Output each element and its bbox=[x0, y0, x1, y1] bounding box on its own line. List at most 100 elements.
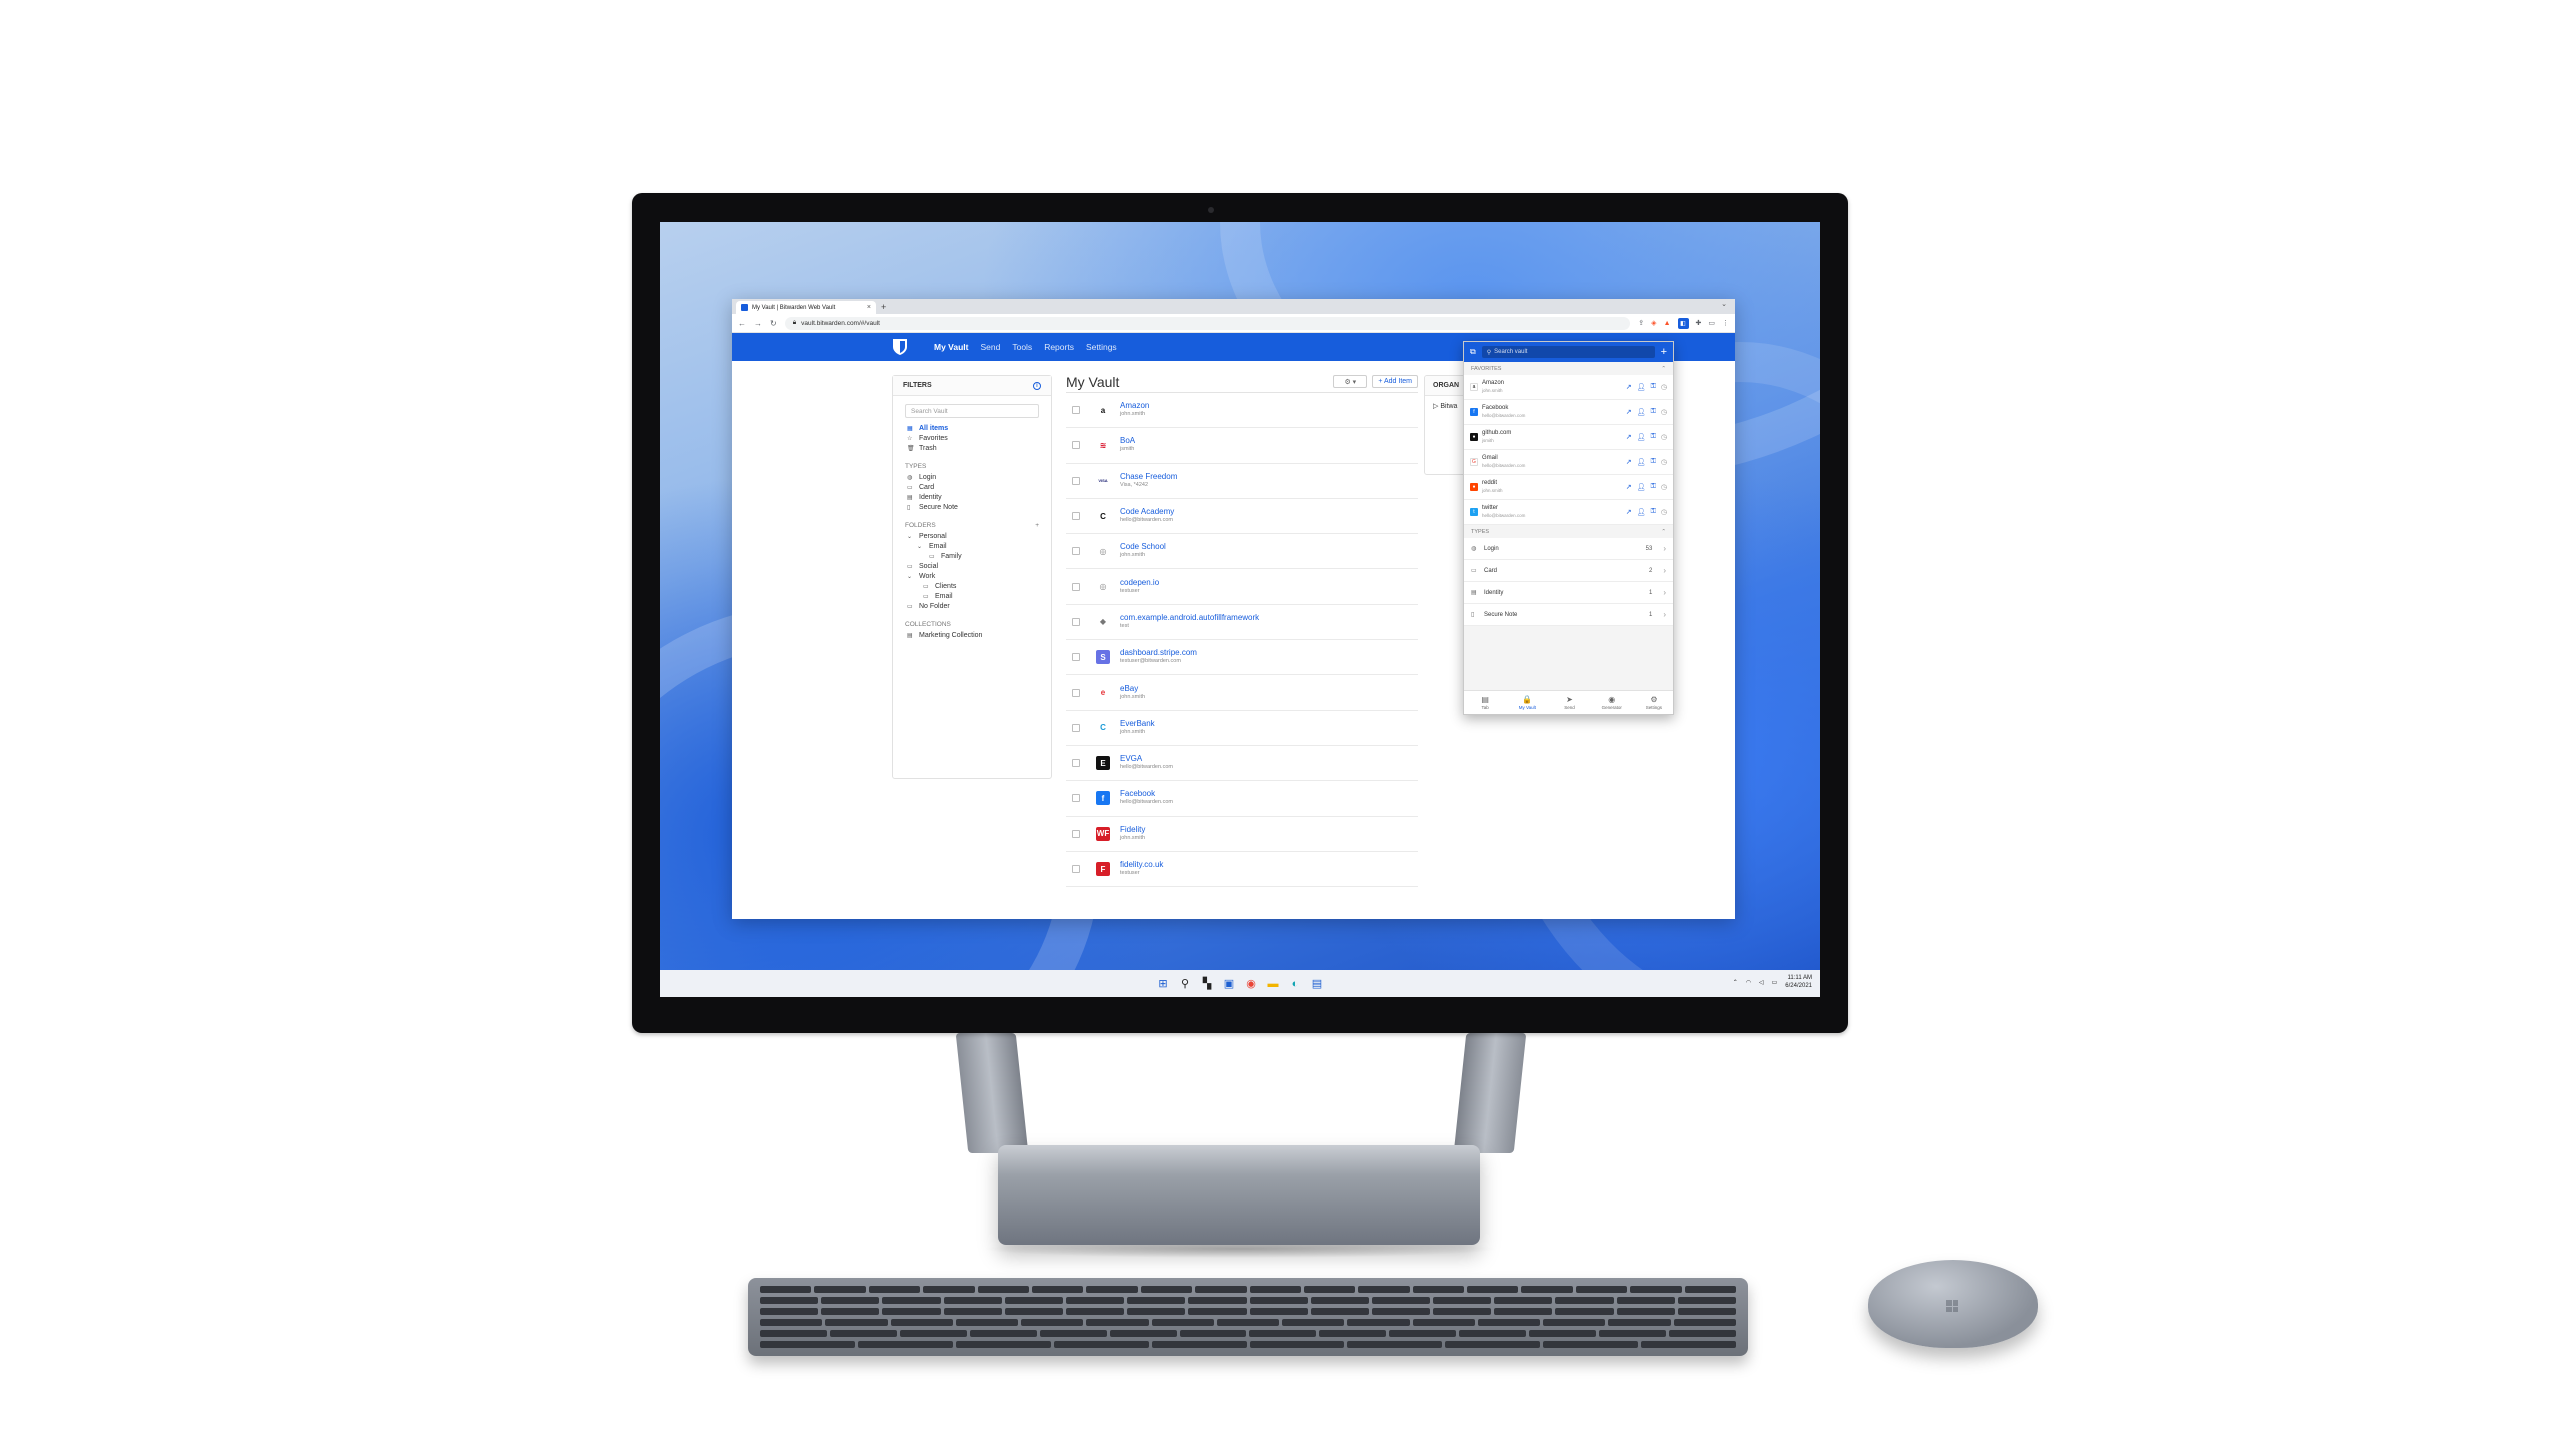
copy-password-icon[interactable]: ⚿ bbox=[1651, 508, 1656, 516]
item-checkbox[interactable] bbox=[1072, 406, 1080, 415]
store-icon[interactable]: ▤ bbox=[1310, 977, 1324, 991]
item-checkbox[interactable] bbox=[1072, 547, 1080, 556]
folder-family[interactable]: ▭ Family bbox=[893, 552, 1051, 562]
collapse-icon[interactable]: ⌃ bbox=[1661, 366, 1666, 372]
item-checkbox[interactable] bbox=[1072, 512, 1080, 521]
folder-social[interactable]: ▭ Social bbox=[893, 562, 1051, 572]
vault-item-row[interactable]: ◎ Code School john.smith bbox=[1066, 534, 1418, 570]
vault-item-row[interactable]: e eBay john.smith bbox=[1066, 675, 1418, 711]
filter-favorites[interactable]: ☆ Favorites bbox=[893, 434, 1051, 444]
item-name-link[interactable]: EVGA bbox=[1120, 754, 1173, 763]
popup-favorite-row[interactable]: G Gmail hello@bitwarden.com ↗ 👤︎ ⚿ ◷ bbox=[1464, 450, 1673, 475]
item-name-link[interactable]: fidelity.co.uk bbox=[1120, 860, 1163, 869]
vault-item-row[interactable]: C Code Academy hello@bitwarden.com bbox=[1066, 499, 1418, 535]
filter-all-items[interactable]: ▦ All items bbox=[893, 424, 1051, 434]
nav-tools[interactable]: Tools bbox=[1012, 342, 1032, 352]
vault-item-row[interactable]: WF Fidelity john.smith bbox=[1066, 817, 1418, 852]
copy-username-icon[interactable]: 👤︎ bbox=[1637, 408, 1646, 416]
start-icon[interactable]: ⊞ bbox=[1156, 977, 1170, 991]
item-checkbox[interactable] bbox=[1072, 865, 1080, 873]
share-icon[interactable]: ⇪ bbox=[1638, 319, 1644, 327]
bitwarden-shield-icon[interactable] bbox=[892, 338, 908, 356]
copy-totp-icon[interactable]: ◷ bbox=[1661, 483, 1667, 491]
folder-work[interactable]: ⌄ Work bbox=[893, 572, 1051, 582]
copy-totp-icon[interactable]: ◷ bbox=[1661, 383, 1667, 391]
item-name-link[interactable]: Facebook bbox=[1120, 789, 1173, 798]
item-checkbox[interactable] bbox=[1072, 441, 1080, 450]
forward-icon[interactable]: → bbox=[754, 319, 762, 328]
popup-type-row[interactable]: ▯ Secure Note 1 › bbox=[1464, 604, 1673, 626]
copy-password-icon[interactable]: ⚿ bbox=[1651, 433, 1656, 441]
volume-icon[interactable]: ◁ bbox=[1759, 979, 1764, 986]
widgets-icon[interactable]: ▣ bbox=[1222, 977, 1236, 991]
copy-username-icon[interactable]: 👤︎ bbox=[1637, 508, 1646, 516]
folder-clients[interactable]: ▭ Clients bbox=[893, 582, 1051, 592]
task-view-icon[interactable]: ▚ bbox=[1200, 977, 1214, 991]
item-name-link[interactable]: Chase Freedom bbox=[1120, 472, 1177, 481]
item-name-link[interactable]: Amazon bbox=[1120, 401, 1149, 410]
copy-password-icon[interactable]: ⚿ bbox=[1651, 408, 1656, 416]
copy-username-icon[interactable]: 👤︎ bbox=[1637, 458, 1646, 466]
vault-item-row[interactable]: C EverBank john.smith bbox=[1066, 711, 1418, 746]
item-name-link[interactable]: eBay bbox=[1120, 684, 1145, 693]
popup-footer-tab[interactable]: ⚙ Settings bbox=[1633, 691, 1673, 714]
popup-favorite-row[interactable]: ● github.com jsmith ↗ 👤︎ ⚿ ◷ bbox=[1464, 425, 1673, 450]
popup-type-row[interactable]: ▭ Card 2 › bbox=[1464, 560, 1673, 582]
popup-footer-tab[interactable]: ➤ Send bbox=[1548, 691, 1590, 714]
browser-tab[interactable]: My Vault | Bitwarden Web Vault × bbox=[736, 301, 876, 314]
item-name-link[interactable]: Fidelity bbox=[1120, 825, 1145, 834]
folder-personal[interactable]: ⌄ Personal bbox=[893, 532, 1051, 542]
item-name-link[interactable]: Code Academy bbox=[1120, 507, 1174, 516]
new-tab-button[interactable]: + bbox=[881, 301, 886, 314]
item-checkbox[interactable] bbox=[1072, 829, 1080, 838]
edge-icon[interactable]: ◐ bbox=[1288, 977, 1302, 991]
vault-item-row[interactable]: ≋ BoA jsmith bbox=[1066, 428, 1418, 464]
vault-item-row[interactable]: f Facebook hello@bitwarden.com bbox=[1066, 781, 1418, 817]
nav-reports[interactable]: Reports bbox=[1044, 342, 1074, 352]
copy-password-icon[interactable]: ⚿ bbox=[1651, 383, 1656, 391]
popup-type-row[interactable]: ▤ Identity 1 › bbox=[1464, 582, 1673, 604]
collapse-icon[interactable]: ⌃ bbox=[1661, 529, 1666, 535]
item-name-link[interactable]: BoA bbox=[1120, 436, 1135, 445]
menu-icon[interactable]: ⋮ bbox=[1722, 319, 1729, 327]
tab-search-chevron-icon[interactable]: ⌄ bbox=[1721, 300, 1727, 308]
popup-favorite-row[interactable]: t twitter hello@bitwarden.com ↗ 👤︎ ⚿ ◷ bbox=[1464, 500, 1673, 525]
address-bar[interactable]: 🔒︎ vault.bitwarden.com/#/vault bbox=[784, 316, 1631, 330]
filter-search-input[interactable]: Search Vault bbox=[905, 404, 1039, 418]
launch-icon[interactable]: ↗ bbox=[1626, 433, 1632, 441]
collection-marketing[interactable]: ▤ Marketing Collection bbox=[893, 631, 1051, 641]
item-checkbox[interactable] bbox=[1072, 476, 1080, 485]
vault-item-row[interactable]: ◆ com.example.android.autofillframework te… bbox=[1066, 605, 1418, 641]
chrome-icon[interactable]: ◉ bbox=[1244, 977, 1258, 991]
popup-search-input[interactable]: ⚲ Search vault bbox=[1481, 346, 1655, 358]
popout-icon[interactable]: ⧉ bbox=[1470, 347, 1476, 357]
launch-icon[interactable]: ↗ bbox=[1626, 508, 1632, 516]
copy-username-icon[interactable]: 👤︎ bbox=[1637, 433, 1646, 441]
copy-totp-icon[interactable]: ◷ bbox=[1661, 508, 1667, 516]
item-name-link[interactable]: Code School bbox=[1120, 542, 1166, 551]
filter-type-login[interactable]: ◍ Login bbox=[893, 473, 1051, 483]
add-folder-button[interactable]: + bbox=[1035, 522, 1039, 529]
nav-settings[interactable]: Settings bbox=[1086, 342, 1117, 352]
folder-no-folder[interactable]: ▭ No Folder bbox=[893, 602, 1051, 612]
popup-favorite-row[interactable]: ● reddit john.smith ↗ 👤︎ ⚿ ◷ bbox=[1464, 475, 1673, 500]
back-icon[interactable]: ← bbox=[738, 319, 746, 328]
popup-type-row[interactable]: ◍ Login 53 › bbox=[1464, 538, 1673, 560]
popup-footer-tab[interactable]: 🔒 My Vault bbox=[1506, 691, 1548, 714]
copy-totp-icon[interactable]: ◷ bbox=[1661, 433, 1667, 441]
item-checkbox[interactable] bbox=[1072, 617, 1080, 626]
vault-item-row[interactable]: Ffidelity.co.uk testuser bbox=[1066, 852, 1418, 888]
popup-footer-tab[interactable]: ◉ Generator bbox=[1591, 691, 1633, 714]
nav-my-vault[interactable]: My Vault bbox=[934, 342, 968, 352]
search-icon[interactable]: ⚲ bbox=[1178, 977, 1192, 991]
item-name-link[interactable]: EverBank bbox=[1120, 719, 1155, 728]
brave-shield-icon[interactable]: ◈ bbox=[1651, 319, 1656, 327]
vault-item-row[interactable]: ◎ codepen.io testuser bbox=[1066, 569, 1418, 605]
chevron-up-icon[interactable]: ⌃ bbox=[1733, 979, 1738, 986]
popup-favorite-row[interactable]: a Amazon john.smith ↗ 👤︎ ⚿ ◷ bbox=[1464, 375, 1673, 400]
tab-close-icon[interactable]: × bbox=[867, 304, 871, 311]
filter-type-card[interactable]: ▭ Card bbox=[893, 483, 1051, 493]
item-checkbox[interactable] bbox=[1072, 688, 1080, 697]
popup-favorite-row[interactable]: f Facebook hello@bitwarden.com ↗ 👤︎ ⚿ ◷ bbox=[1464, 400, 1673, 425]
copy-username-icon[interactable]: 👤︎ bbox=[1637, 383, 1646, 391]
